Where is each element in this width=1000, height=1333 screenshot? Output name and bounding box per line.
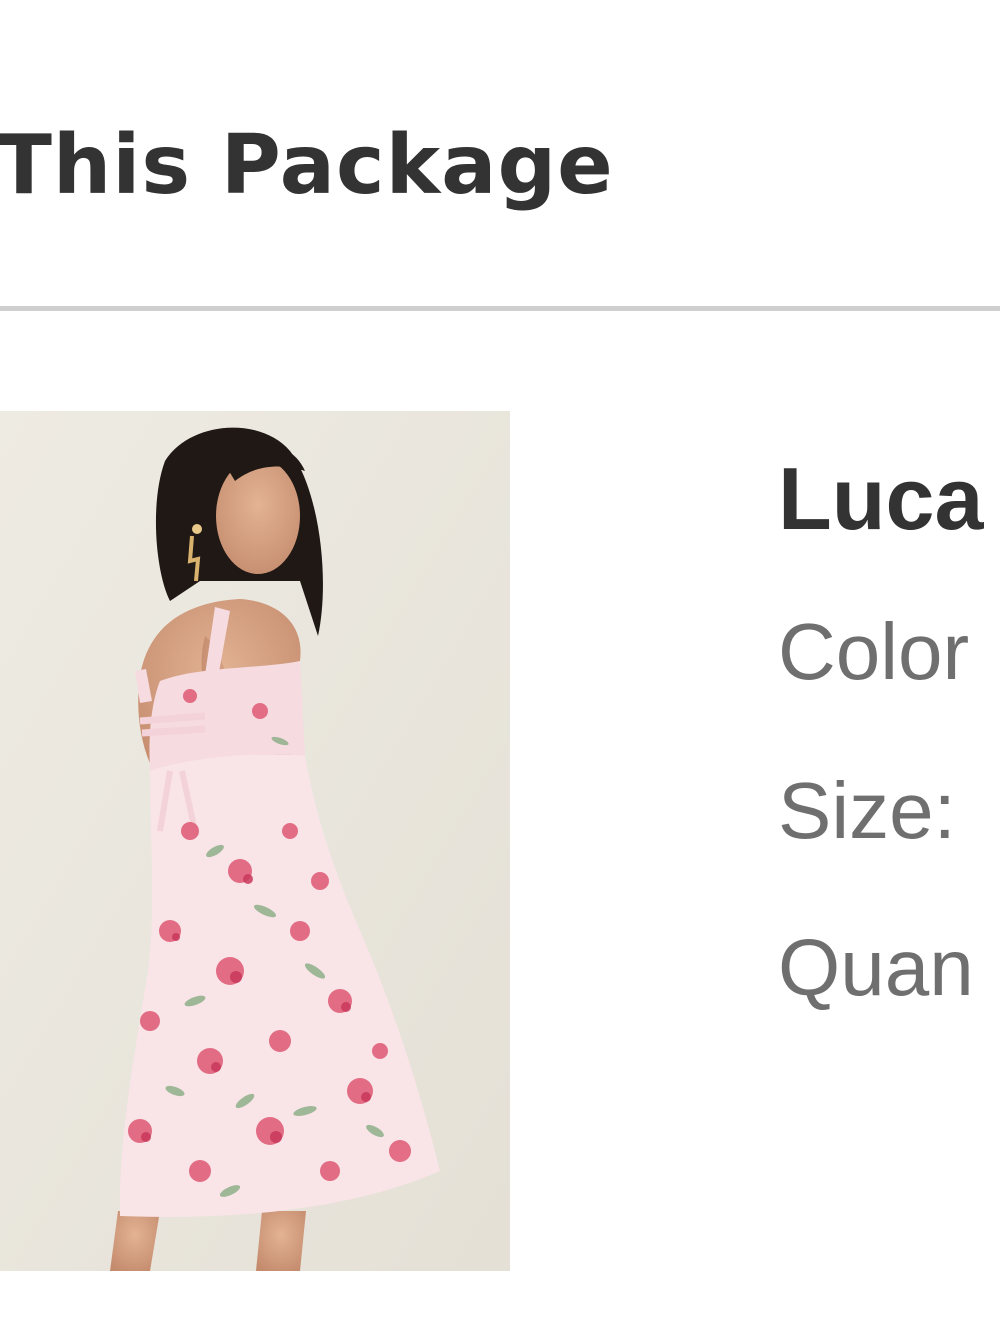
- product-size-label: Size:: [778, 766, 956, 855]
- product-name[interactable]: Luca: [778, 448, 983, 550]
- dress-photo-illustration: [0, 411, 510, 1271]
- product-quantity-label: Quan: [778, 923, 974, 1012]
- section-divider: [0, 306, 1000, 311]
- product-color-label: Color: [778, 607, 970, 696]
- product-image[interactable]: [0, 411, 510, 1271]
- section-title: This Package: [0, 118, 614, 213]
